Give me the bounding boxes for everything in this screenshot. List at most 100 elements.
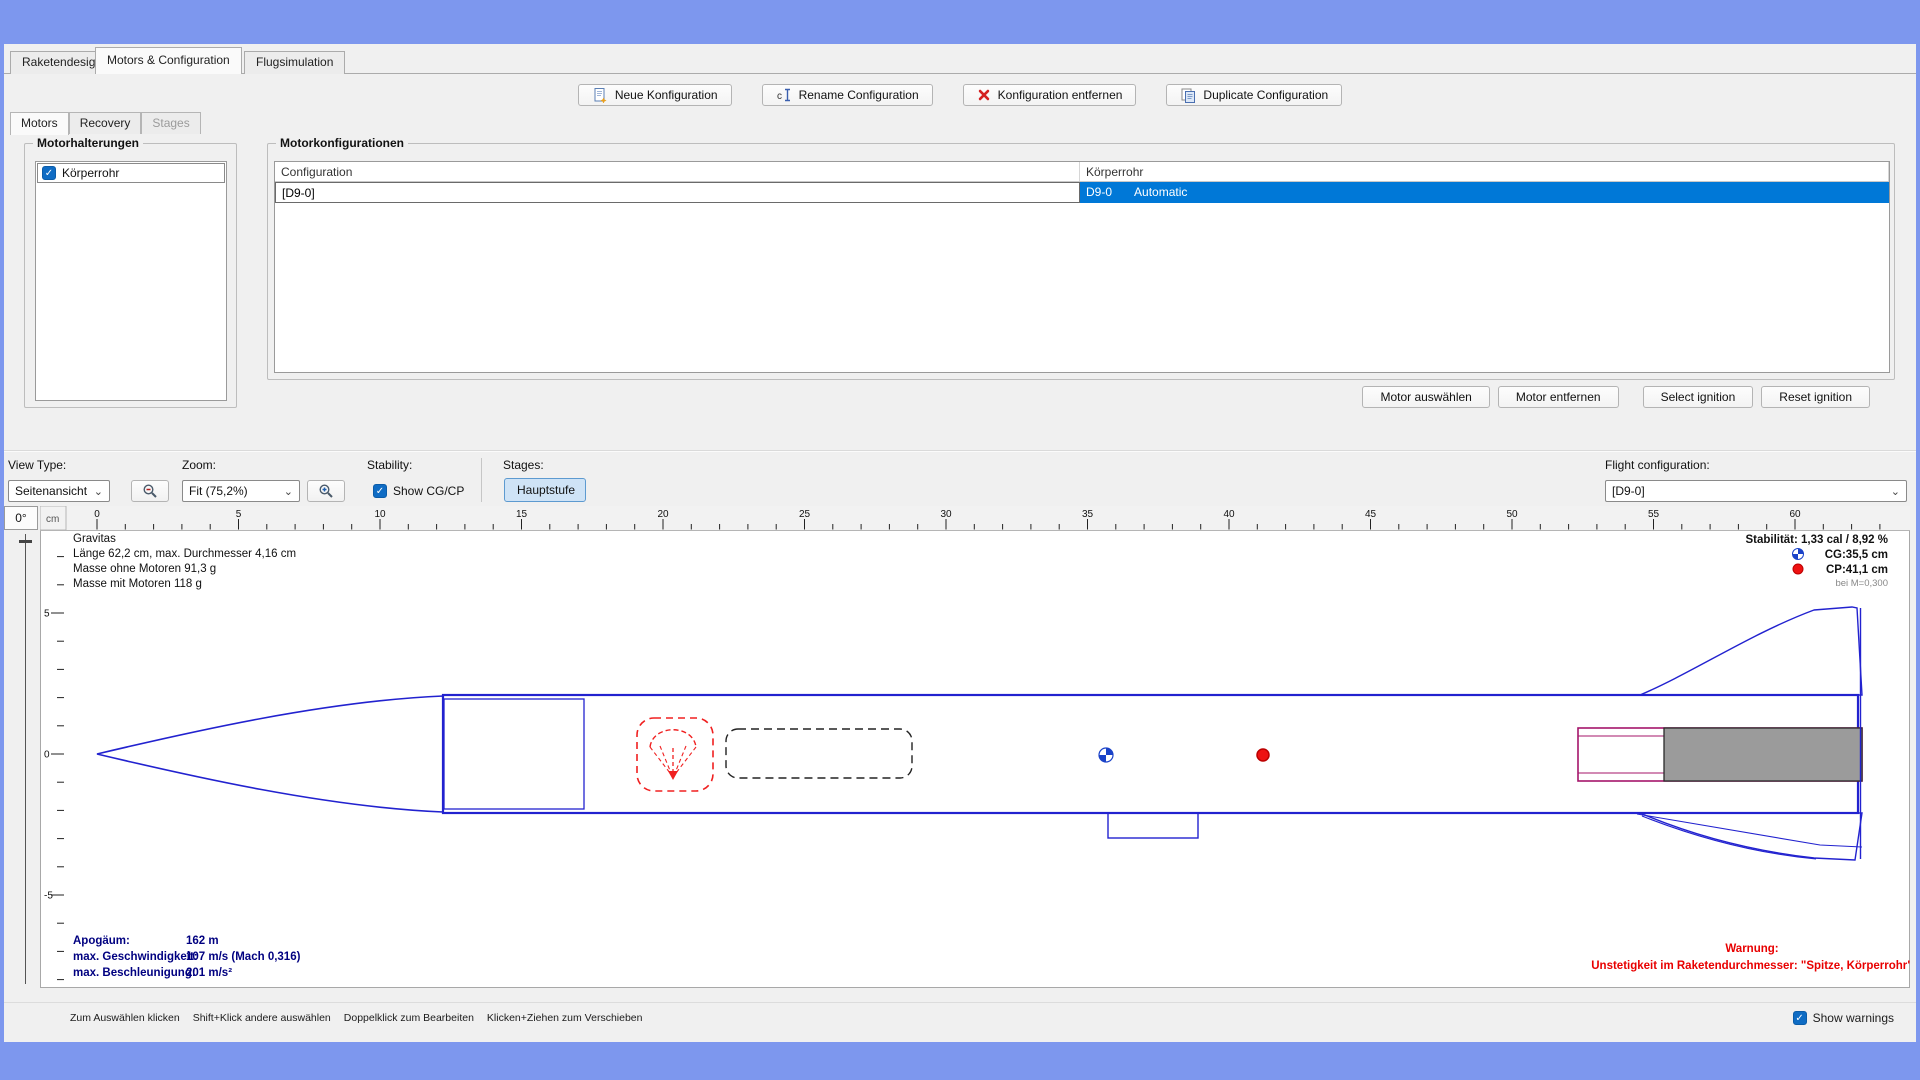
warning-text: Unstetigkeit im Raketendurchmesser: "Spi… — [1591, 960, 1910, 972]
mass-without-motors: Masse ohne Motoren 91,3 g — [73, 563, 216, 575]
cg-marker — [1099, 748, 1113, 762]
new-document-icon — [592, 87, 608, 103]
motors-subtabbar: Motors Recovery Stages — [10, 112, 201, 135]
cp-legend-icon — [1793, 564, 1803, 574]
stage-toggle-hauptstufe[interactable]: Hauptstufe — [504, 478, 586, 502]
svg-text:-5: -5 — [44, 891, 53, 902]
show-warnings-checkbox[interactable]: ✓ Show warnings — [1793, 1011, 1894, 1025]
rocket-name: Gravitas — [73, 533, 116, 545]
configuration-toolbar: Neue Konfiguration c Rename Configuratio… — [4, 84, 1916, 106]
checkbox-icon[interactable]: ✓ — [1793, 1011, 1807, 1025]
rename-configuration-button[interactable]: c Rename Configuration — [762, 84, 933, 106]
stages-label: Stages: — [503, 458, 544, 472]
svg-text:15: 15 — [516, 509, 528, 520]
subtab-stages: Stages — [141, 112, 200, 134]
zoom-dropdown[interactable]: Fit (75,2%)⌄ — [182, 480, 300, 502]
zoom-out-icon — [142, 483, 158, 499]
column-header-koerperrohr[interactable]: Körperrohr — [1080, 162, 1889, 181]
chevron-down-icon: ⌄ — [1891, 485, 1900, 498]
zoom-out-button[interactable] — [131, 480, 169, 502]
vmax-value: 107 m/s (Mach 0,316) — [186, 951, 301, 963]
hint-drag: Klicken+Ziehen zum Verschieben — [487, 1012, 643, 1024]
flight-configuration-dropdown[interactable]: [D9-0]⌄ — [1605, 480, 1907, 502]
cg-value: CG:35,5 cm — [1825, 549, 1888, 561]
rocket-canvas[interactable]: cm 051015202530354045505560 50-5 — [40, 506, 1910, 988]
view-type-dropdown[interactable]: Seitenansicht⌄ — [8, 480, 110, 502]
warning-title: Warnung: — [1725, 943, 1778, 955]
canvas-border — [41, 507, 1910, 988]
svg-text:20: 20 — [657, 509, 669, 520]
horizontal-ruler — [40, 506, 1910, 530]
svg-text:50: 50 — [1506, 509, 1518, 520]
new-configuration-button[interactable]: Neue Konfiguration — [578, 84, 732, 106]
rotation-angle-box[interactable]: 0° — [4, 506, 38, 530]
svg-text:60: 60 — [1789, 509, 1801, 520]
rotation-slider-track[interactable] — [25, 534, 26, 984]
stability-value: Stabilität: 1,33 cal / 8,92 % — [1745, 534, 1888, 546]
svg-text:5: 5 — [236, 509, 242, 520]
amax-label: max. Beschleunigung: — [73, 967, 196, 979]
show-warnings-label: Show warnings — [1813, 1011, 1894, 1025]
checkbox-icon[interactable]: ✓ — [42, 166, 56, 180]
zoom-label: Zoom: — [182, 458, 216, 472]
motor-mount-list: ✓ Körperrohr — [35, 161, 227, 401]
rename-cursor-icon: c — [776, 87, 792, 103]
svg-text:55: 55 — [1648, 509, 1660, 520]
view-type-label: View Type: — [8, 458, 66, 472]
app-window: Raketendesign Motors & Configuration Flu… — [4, 44, 1916, 1042]
copy-icon — [1180, 87, 1196, 103]
svg-text:30: 30 — [940, 509, 952, 520]
tab-flugsimulation[interactable]: Flugsimulation — [244, 51, 345, 74]
apogee-value: 162 m — [186, 935, 219, 947]
svg-text:40: 40 — [1223, 509, 1235, 520]
rotation-slider-handle[interactable] — [19, 540, 32, 543]
motor[interactable] — [1664, 728, 1862, 781]
select-ignition-button[interactable]: Select ignition — [1643, 386, 1754, 408]
ruler-unit-label: cm — [46, 514, 59, 525]
cp-value: CP:41,1 cm — [1826, 564, 1888, 576]
cell-motor[interactable]: D9-0 Automatic — [1080, 182, 1889, 203]
mount-item-koerperrohr[interactable]: ✓ Körperrohr — [37, 163, 225, 183]
motor-mounts-groupbox: Motorhalterungen ✓ Körperrohr — [24, 143, 237, 408]
hint-shift-click: Shift+Klick andere auswählen — [193, 1012, 331, 1024]
red-x-icon — [977, 88, 991, 102]
motor-designation: D9-0 — [1086, 185, 1112, 200]
button-label: Konfiguration entfernen — [998, 88, 1123, 102]
checkbox-icon[interactable]: ✓ — [373, 484, 387, 498]
chevron-down-icon: ⌄ — [94, 485, 103, 498]
mount-item-label: Körperrohr — [62, 166, 119, 180]
svg-text:5: 5 — [44, 609, 50, 620]
groupbox-title: Motorkonfigurationen — [276, 136, 408, 150]
remove-motor-button[interactable]: Motor entfernen — [1498, 386, 1619, 408]
ignition-mode: Automatic — [1134, 185, 1187, 200]
column-header-configuration[interactable]: Configuration — [275, 162, 1080, 181]
cp-marker — [1257, 749, 1269, 761]
configurations-table: Configuration Körperrohr [D9-0] D9-0 Aut… — [274, 161, 1890, 373]
motor-configurations-groupbox: Motorkonfigurationen Configuration Körpe… — [267, 143, 1895, 380]
duplicate-configuration-button[interactable]: Duplicate Configuration — [1166, 84, 1342, 106]
select-motor-button[interactable]: Motor auswählen — [1362, 386, 1489, 408]
reset-ignition-button[interactable]: Reset ignition — [1761, 386, 1870, 408]
length-diameter: Länge 62,2 cm, max. Durchmesser 4,16 cm — [73, 548, 296, 560]
show-cgcp-checkbox[interactable]: ✓ Show CG/CP — [373, 480, 464, 502]
cg-legend-icon — [1793, 549, 1804, 560]
svg-text:35: 35 — [1082, 509, 1094, 520]
svg-text:c: c — [777, 91, 782, 102]
main-tabbar: Raketendesign Motors & Configuration Flu… — [4, 44, 1916, 74]
mach-condition: bei M=0,300 — [1835, 578, 1888, 589]
subtab-motors[interactable]: Motors — [10, 112, 69, 135]
config-action-buttons: Motor auswählen Motor entfernen Select i… — [1362, 386, 1870, 408]
remove-configuration-button[interactable]: Konfiguration entfernen — [963, 84, 1137, 106]
svg-text:10: 10 — [374, 509, 386, 520]
tab-motors-configuration[interactable]: Motors & Configuration — [95, 47, 242, 74]
zoom-in-button[interactable] — [307, 480, 345, 502]
button-label: Rename Configuration — [799, 88, 919, 102]
table-row[interactable]: [D9-0] D9-0 Automatic — [275, 182, 1889, 203]
mass-with-motors: Masse mit Motoren 118 g — [73, 578, 202, 590]
cell-configuration[interactable]: [D9-0] — [275, 182, 1080, 203]
subtab-recovery[interactable]: Recovery — [69, 112, 142, 134]
zoom-in-icon — [318, 483, 334, 499]
svg-text:0: 0 — [44, 750, 50, 761]
svg-text:0: 0 — [94, 509, 100, 520]
stability-label: Stability: — [367, 458, 412, 472]
